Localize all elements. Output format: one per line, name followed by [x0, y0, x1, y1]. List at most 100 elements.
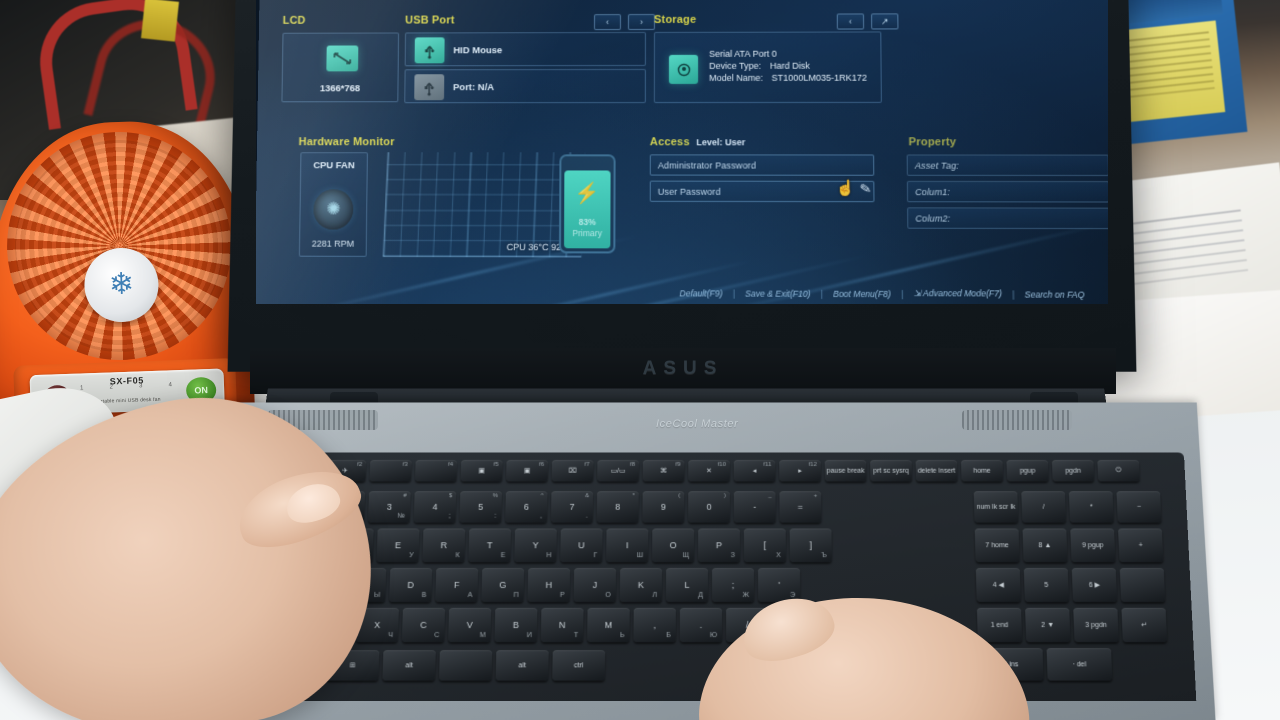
key-6[interactable]: 6 ^,	[505, 491, 547, 522]
key-6-▶[interactable]: 6 ▶	[1072, 568, 1117, 602]
boot-menu-f8-button[interactable]: Boot Menu(F8)	[823, 288, 901, 299]
key-i[interactable]: IШ	[606, 528, 648, 562]
key-j[interactable]: JО	[574, 568, 616, 602]
key-l[interactable]: LД	[666, 568, 708, 602]
usb-device-row-0[interactable]: HID Mouse	[405, 32, 646, 66]
search-on-faq-button[interactable]: Search on FAQ	[1014, 289, 1094, 300]
key-pgdn[interactable]: pgdn	[1052, 460, 1094, 481]
key-home[interactable]: home	[961, 460, 1003, 481]
key-g[interactable]: GП	[481, 568, 524, 602]
colum1-field[interactable]: Colum1:	[907, 181, 1108, 203]
key-alt[interactable]: alt	[496, 650, 549, 680]
key-[[interactable]: [Х	[744, 528, 786, 562]
key-◂[interactable]: ◂ f11	[734, 460, 776, 481]
numpad-row-2[interactable]: 7 home 8 ▲ 9 pgup +	[975, 528, 1164, 562]
key-8[interactable]: 8 *	[597, 491, 639, 522]
key-▣[interactable]: ▣ f6	[506, 460, 548, 481]
key-[object-object][interactable]: f4	[415, 460, 457, 481]
key-[object-object][interactable]: f3	[369, 460, 411, 481]
key-3-pgdn[interactable]: 3 pgdn	[1073, 608, 1119, 642]
usb-prev-button[interactable]: ‹	[594, 14, 621, 30]
colum2-field[interactable]: Colum2:	[907, 207, 1108, 229]
key-k[interactable]: KЛ	[620, 568, 662, 602]
key-0[interactable]: 0)	[688, 491, 730, 522]
advanced-mode-f7-button[interactable]: ⇲ Advanced Mode(F7)	[903, 288, 1012, 300]
administrator-password-field[interactable]: Administrator Password	[650, 154, 875, 175]
key-t[interactable]: TЕ	[468, 528, 511, 562]
key-cyrillic-label: Н	[546, 552, 551, 559]
key-label: [	[764, 540, 767, 550]
key-][interactable]: ] Ъ	[790, 528, 832, 562]
asset-tag-field[interactable]: Asset Tag:	[907, 154, 1108, 175]
key-▭/▭[interactable]: ▭/▭ f8	[597, 460, 639, 481]
key-▣[interactable]: ▣ f5	[461, 460, 503, 481]
key-9[interactable]: 9(	[642, 491, 684, 522]
numpad-row-1[interactable]: num lk scr lk / * −	[974, 491, 1162, 522]
keyboard-function-row[interactable]: esc✈f2f3f4▣f5▣f6⌧f7▭/▭f8⌘f9✕f10◂f11▸f12p…	[278, 460, 1139, 481]
key--[interactable]: - _	[734, 491, 776, 522]
key-o[interactable]: OЩ	[652, 528, 694, 562]
numpad-row-3[interactable]: 4 ◀ 5 6 ▶	[976, 568, 1165, 602]
key-e[interactable]: EУ	[376, 528, 419, 562]
key-2-▼[interactable]: 2 ▼	[1025, 608, 1070, 642]
key-cyrillic-label: Д	[698, 592, 703, 599]
key-b[interactable]: BИ	[494, 608, 537, 642]
storage-prev-button[interactable]: ‹	[837, 13, 864, 29]
key-'[interactable]: ' Э	[758, 568, 800, 602]
key-label: −	[1137, 503, 1141, 510]
key-v[interactable]: VМ	[448, 608, 491, 642]
key-r[interactable]: RК	[422, 528, 465, 562]
key-7-home[interactable]: 7 home	[975, 528, 1020, 562]
key-pgup[interactable]: pgup	[1006, 460, 1048, 481]
key-[interactable]	[439, 650, 492, 680]
key-label: K	[638, 580, 644, 590]
storage-panel[interactable]: Serial ATA Port 0 Device Type: Hard Disk…	[654, 31, 882, 103]
key-sub-label: _	[768, 493, 771, 499]
key-1-end[interactable]: 1 end	[977, 608, 1022, 642]
key-✕[interactable]: ✕ f10	[688, 460, 730, 481]
key-y[interactable]: YН	[514, 528, 557, 562]
key-alt[interactable]: alt	[382, 650, 435, 680]
key-d[interactable]: DВ	[389, 568, 432, 602]
lcd-panel[interactable]: 1366*768	[281, 32, 399, 102]
key-5[interactable]: 5	[1024, 568, 1069, 602]
key-+[interactable]: +	[1118, 528, 1163, 562]
key-p[interactable]: PЗ	[698, 528, 740, 562]
key-c[interactable]: CС	[402, 608, 445, 642]
key-pause-break[interactable]: pause break	[825, 460, 867, 481]
key-·-del[interactable]: · del	[1047, 648, 1113, 680]
key-*[interactable]: *	[1069, 491, 1114, 522]
key-8-▲[interactable]: 8 ▲	[1022, 528, 1067, 562]
key-↵[interactable]: ↵	[1121, 608, 1167, 642]
key-/[interactable]: /	[1021, 491, 1066, 522]
usb-next-button[interactable]: ›	[628, 14, 655, 30]
key-⏻[interactable]: ⏻	[1097, 460, 1139, 481]
storage-expand-button[interactable]: ↗	[871, 13, 898, 29]
storage-port-label: Serial ATA Port 0	[709, 48, 867, 60]
numpad-row-4[interactable]: 1 end 2 ▼ 3 pgdn ↵	[977, 608, 1167, 642]
key-7[interactable]: 7 &.	[551, 491, 593, 522]
key-=[interactable]: = +	[779, 491, 821, 522]
key-⌘[interactable]: ⌘ f9	[643, 460, 685, 481]
key-[object-object][interactable]	[1120, 568, 1166, 602]
key-delete-insert[interactable]: delete insert	[916, 460, 958, 481]
key-⌧[interactable]: ⌧ f7	[552, 460, 594, 481]
default-f9-button[interactable]: Default(F9)	[669, 288, 732, 298]
key-−[interactable]: −	[1116, 491, 1161, 522]
keyboard-a-row[interactable]: AФSЫDВFАGПHРJОKЛLД;Ж'Э	[297, 568, 800, 602]
key-prt-sc-sysrq[interactable]: prt sc sysrq	[870, 460, 912, 481]
property-title: Property	[909, 136, 957, 148]
key-▸[interactable]: ▸ f12	[779, 460, 821, 481]
key-;[interactable]: ; Ж	[712, 568, 754, 602]
key-num-lk-scr-lk[interactable]: num lk scr lk	[974, 491, 1019, 522]
key-5[interactable]: 5%:	[459, 491, 501, 522]
key-9-pgup[interactable]: 9 pgup	[1070, 528, 1115, 562]
key-3[interactable]: 3 # №	[368, 491, 411, 522]
usb-device-row-1[interactable]: Port: N/A	[404, 69, 646, 103]
key-f[interactable]: FА	[435, 568, 478, 602]
key-u[interactable]: UГ	[560, 528, 602, 562]
key-4[interactable]: 4 $;	[414, 491, 457, 522]
key-h[interactable]: HР	[527, 568, 570, 602]
key-4-◀[interactable]: 4 ◀	[976, 568, 1021, 602]
save-and-exit-f10-button[interactable]: Save & Exit(F10)	[735, 288, 821, 299]
